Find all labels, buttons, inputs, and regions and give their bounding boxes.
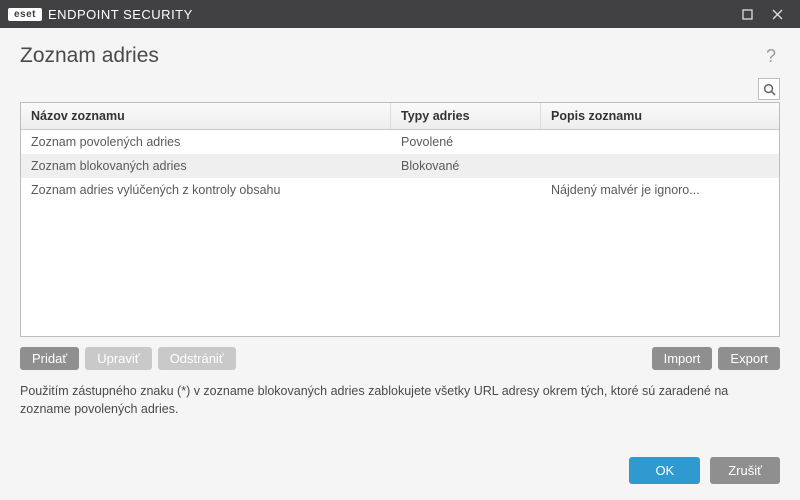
cancel-button[interactable]: Zrušiť [710,457,780,484]
table-row[interactable]: Zoznam povolených adries Povolené [21,130,779,154]
column-header-desc[interactable]: Popis zoznamu [541,103,779,129]
page-title: Zoznam adries [20,44,159,68]
cell-type: Blokované [391,154,541,178]
remove-button[interactable]: Odstrániť [158,347,236,370]
address-list-table: Názov zoznamu Typy adries Popis zoznamu … [20,102,780,337]
dialog-header: Zoznam adries ? [0,28,800,78]
cell-desc [541,130,779,154]
dialog-footer: OK Zrušiť [0,443,800,500]
cell-desc [541,154,779,178]
brand-pill: eset [8,8,42,21]
search-icon [763,83,776,96]
add-button[interactable]: Pridať [20,347,79,370]
cell-name: Zoznam adries vylúčených z kontroly obsa… [21,178,391,202]
hint-text: Použitím zástupného znaku (*) v zozname … [0,378,800,418]
close-icon [772,9,783,20]
cell-type: Povolené [391,130,541,154]
cell-name: Zoznam povolených adries [21,130,391,154]
titlebar: eset ENDPOINT SECURITY [0,0,800,28]
window-close-button[interactable] [762,0,792,28]
brand: eset ENDPOINT SECURITY [8,7,193,22]
import-button[interactable]: Import [652,347,713,370]
column-header-name[interactable]: Názov zoznamu [21,103,391,129]
export-button[interactable]: Export [718,347,780,370]
help-button[interactable]: ? [762,46,780,67]
cell-name: Zoznam blokovaných adries [21,154,391,178]
column-header-type[interactable]: Typy adries [391,103,541,129]
cell-type [391,178,541,202]
maximize-icon [742,9,753,20]
table-row[interactable]: Zoznam blokovaných adries Blokované [21,154,779,178]
edit-button[interactable]: Upraviť [85,347,151,370]
search-button[interactable] [758,78,780,100]
search-row [0,78,800,102]
table-body: Zoznam povolených adries Povolené Zoznam… [21,130,779,336]
table-row[interactable]: Zoznam adries vylúčených z kontroly obsa… [21,178,779,202]
table-header: Názov zoznamu Typy adries Popis zoznamu [21,103,779,130]
action-row: Pridať Upraviť Odstrániť Import Export [0,337,800,378]
cell-desc: Nájdený malvér je ignoro... [541,178,779,202]
brand-text: ENDPOINT SECURITY [48,7,193,22]
ok-button[interactable]: OK [629,457,700,484]
window-maximize-button[interactable] [732,0,762,28]
